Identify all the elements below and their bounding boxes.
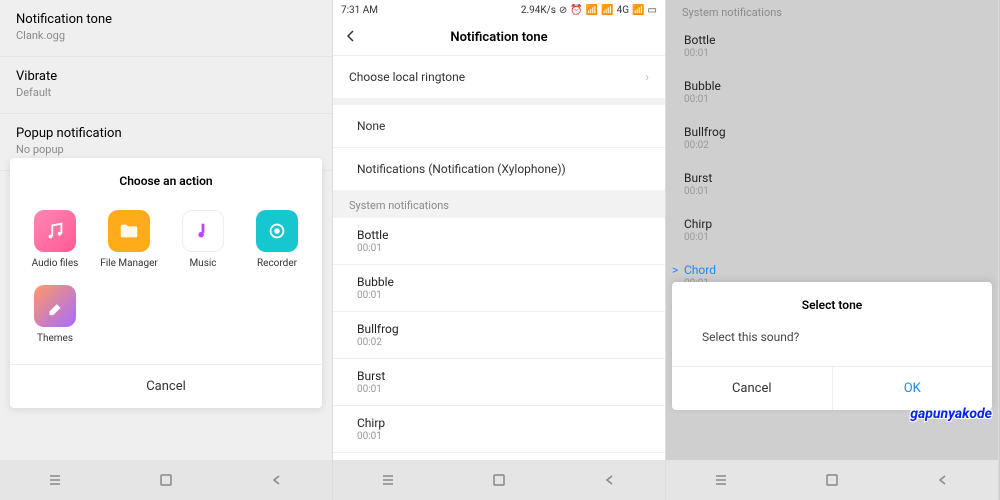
tone-row[interactable]: Burst00:01 [333,359,665,406]
nav-back-icon[interactable] [601,471,619,489]
dialog-title: Select tone [672,282,992,320]
tone-name: Burst [684,171,980,185]
wifi-icon: 📶 [586,5,598,16]
tone-name: Bottle [357,228,641,242]
tone-duration: 00:01 [684,232,980,243]
alarm-icon: ⏰ [570,5,582,16]
tone-row[interactable]: Bottle00:01 [333,218,665,265]
tone-row[interactable]: Burst00:01 [666,161,998,207]
chevron-right-icon: › [645,70,649,84]
app-label: Music [189,258,216,269]
tone-name: Bullfrog [684,125,980,139]
app-recorder[interactable]: Recorder [240,204,314,279]
app-music[interactable]: Music [166,204,240,279]
tone-duration: 00:02 [357,337,641,348]
tone-name: Bubble [357,275,641,289]
screen-settings: Notification tone Clank.ogg Vibrate Default… [0,0,333,500]
nav-home-icon[interactable] [823,471,841,489]
tone-duration: 00:01 [684,94,980,105]
app-label: Audio files [32,258,79,269]
status-bar: 7:31 AM 2.94K/s ⊘ ⏰ 📶 📶 4G 📶 ▭ [333,0,665,20]
dialog-body: Select this sound? [672,320,992,366]
battery-icon: ▭ [648,5,657,16]
android-navbar [666,460,998,500]
app-audio[interactable]: Audio files [18,204,92,279]
nav-recent-icon[interactable] [712,471,730,489]
nav-home-icon[interactable] [490,471,508,489]
setting-title: Popup notification [16,126,316,141]
tone-name: Chirp [357,416,641,430]
tone-duration: 00:01 [357,243,641,254]
choose-local-ringtone[interactable]: Choose local ringtone › [333,56,665,99]
dialog-ok-button[interactable]: OK [833,367,993,410]
action-sheet: Choose an action Audio files File Manager… [10,158,322,408]
tone-row[interactable]: Bullfrog00:02 [333,312,665,359]
tone-row[interactable]: Bullfrog00:02 [666,115,998,161]
nav-recent-icon[interactable] [379,471,397,489]
nav-home-icon[interactable] [157,471,175,489]
app-label: Themes [37,333,73,344]
tone-duration: 00:02 [684,140,980,151]
tone-current[interactable]: Notifications (Notification (Xylophone)) [333,148,665,191]
sheet-title: Choose an action [10,158,322,200]
app-file[interactable]: File Manager [92,204,166,279]
nav-back-icon[interactable] [268,471,286,489]
sheet-cancel-button[interactable]: Cancel [10,364,322,408]
page-title: Notification tone [450,30,547,45]
status-speed: 2.94K/s [521,5,556,16]
music-icon [182,210,224,252]
tone-name: Chord [684,263,980,277]
setting-subtitle: Default [16,86,316,99]
tone-name: Burst [357,369,641,383]
file-icon [108,210,150,252]
themes-icon [34,285,76,327]
tone-duration: 00:01 [357,431,641,442]
setting-title: Vibrate [16,69,316,84]
tone-duration: 00:01 [684,186,980,197]
tone-row[interactable]: Bubble00:01 [333,265,665,312]
nav-back-icon[interactable] [934,471,952,489]
recorder-icon [256,210,298,252]
tone-duration: 00:01 [357,384,641,395]
back-button[interactable] [343,28,359,48]
section-header: System notifications [666,0,998,23]
app-label: Recorder [257,258,297,269]
select-tone-dialog: Select tone Select this sound? Cancel OK [672,282,992,410]
tone-name: Bullfrog [357,322,641,336]
setting-item[interactable]: Notification tone Clank.ogg [0,0,332,57]
tone-duration: 00:01 [684,48,980,59]
dialog-cancel-button[interactable]: Cancel [672,367,833,410]
setting-item[interactable]: Vibrate Default [0,57,332,114]
tone-row[interactable]: Chirp00:01 [333,406,665,453]
tone-name: Chirp [684,217,980,231]
tone-row[interactable]: Chirp00:01 [666,207,998,253]
watermark: gapunyakode [910,406,992,422]
audio-icon [34,210,76,252]
screen-select-tone-dialog: System notifications Bottle00:01Bubble00… [666,0,999,500]
app-label: File Manager [100,258,158,269]
tone-name: Bubble [684,79,980,93]
setting-title: Notification tone [16,12,316,27]
android-navbar [333,460,665,500]
signal-icon: 📶 [601,5,613,16]
network-type: 4G [617,5,629,16]
nav-recent-icon[interactable] [46,471,64,489]
signal2-icon: 📶 [632,5,644,16]
tone-none[interactable]: None [333,105,665,148]
tone-row[interactable]: Bottle00:01 [666,23,998,69]
screen-notification-tone: 7:31 AM 2.94K/s ⊘ ⏰ 📶 📶 4G 📶 ▭ Notificat… [333,0,666,500]
tone-duration: 00:01 [357,290,641,301]
app-themes[interactable]: Themes [18,279,92,354]
section-header: System notifications [333,191,665,218]
setting-subtitle: Clank.ogg [16,29,316,42]
alarm-off-icon: ⊘ [559,5,567,16]
tone-row[interactable]: Bubble00:01 [666,69,998,115]
status-time: 7:31 AM [341,5,378,16]
header: Notification tone [333,20,665,56]
tone-name: Bottle [684,33,980,47]
android-navbar [0,460,332,500]
setting-subtitle: No popup [16,143,316,156]
